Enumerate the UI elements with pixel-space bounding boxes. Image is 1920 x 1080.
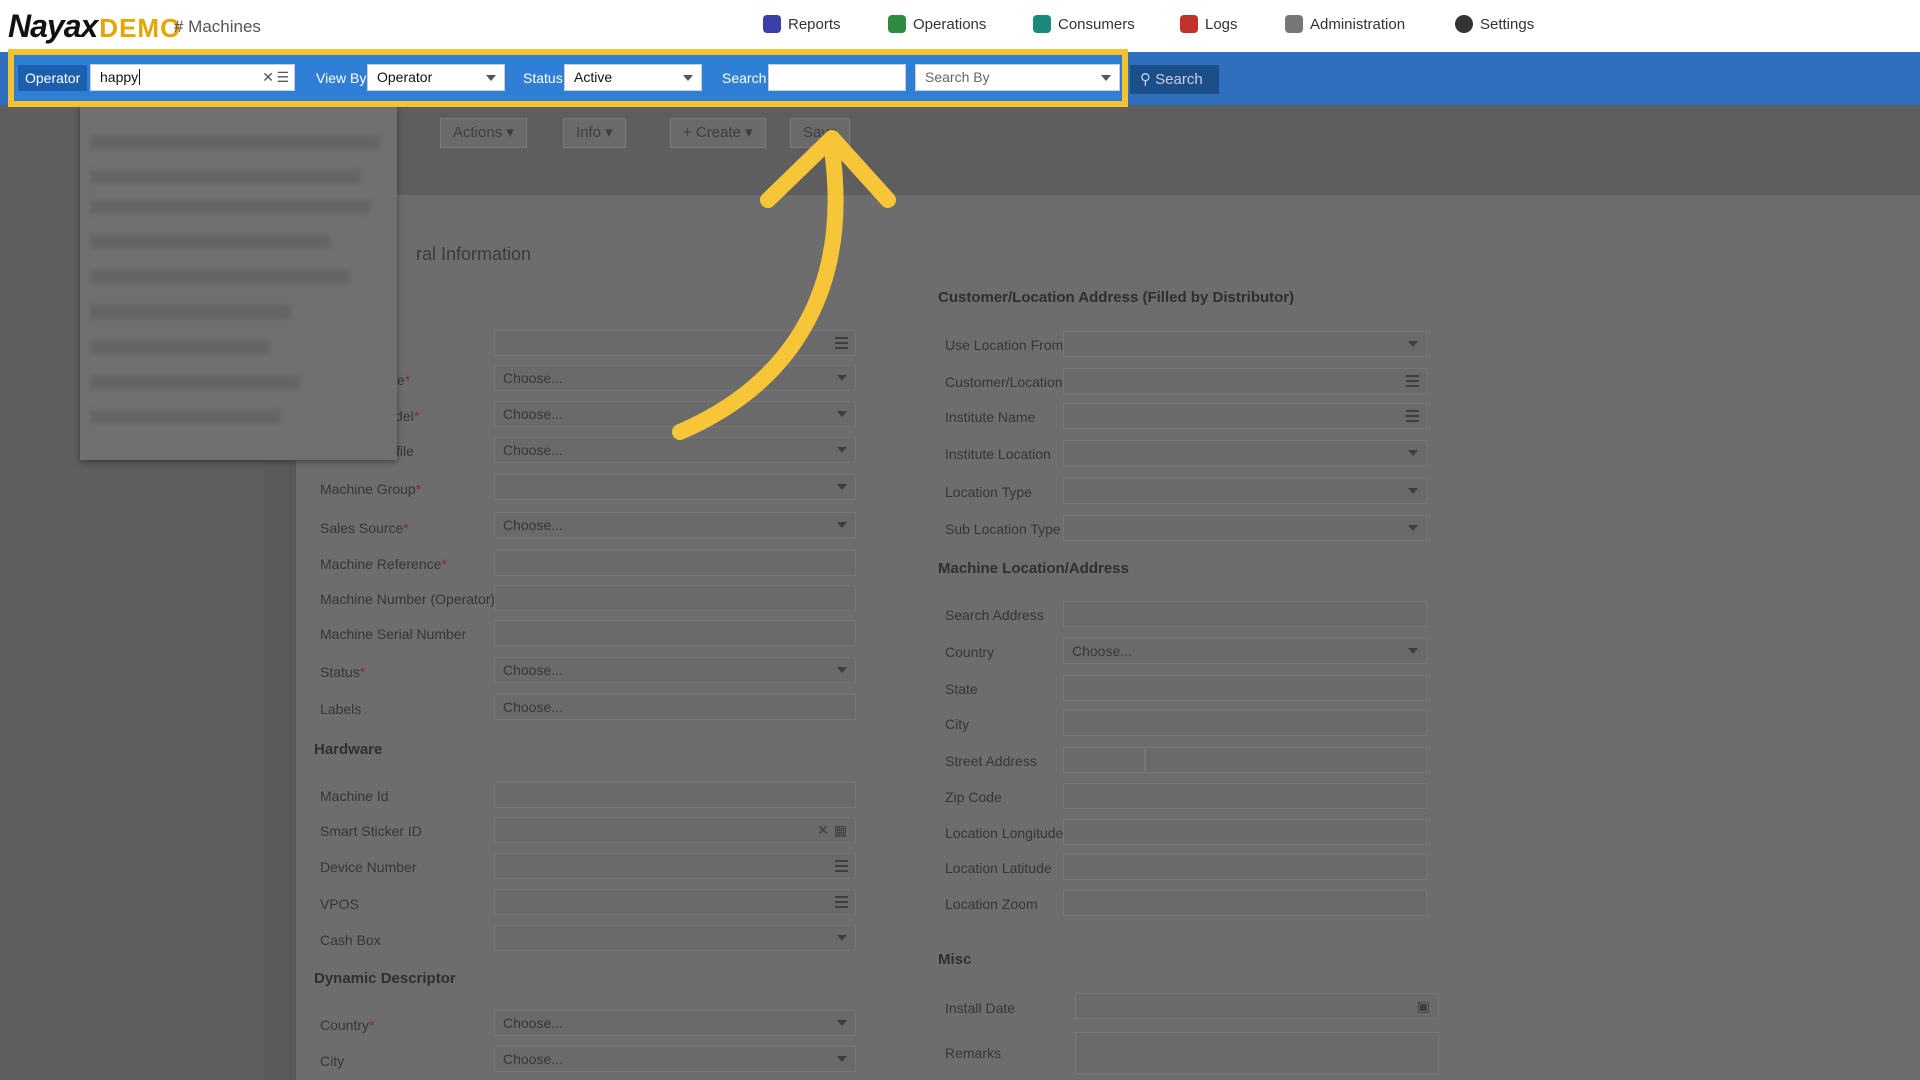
annotation-arrow (672, 130, 896, 440)
